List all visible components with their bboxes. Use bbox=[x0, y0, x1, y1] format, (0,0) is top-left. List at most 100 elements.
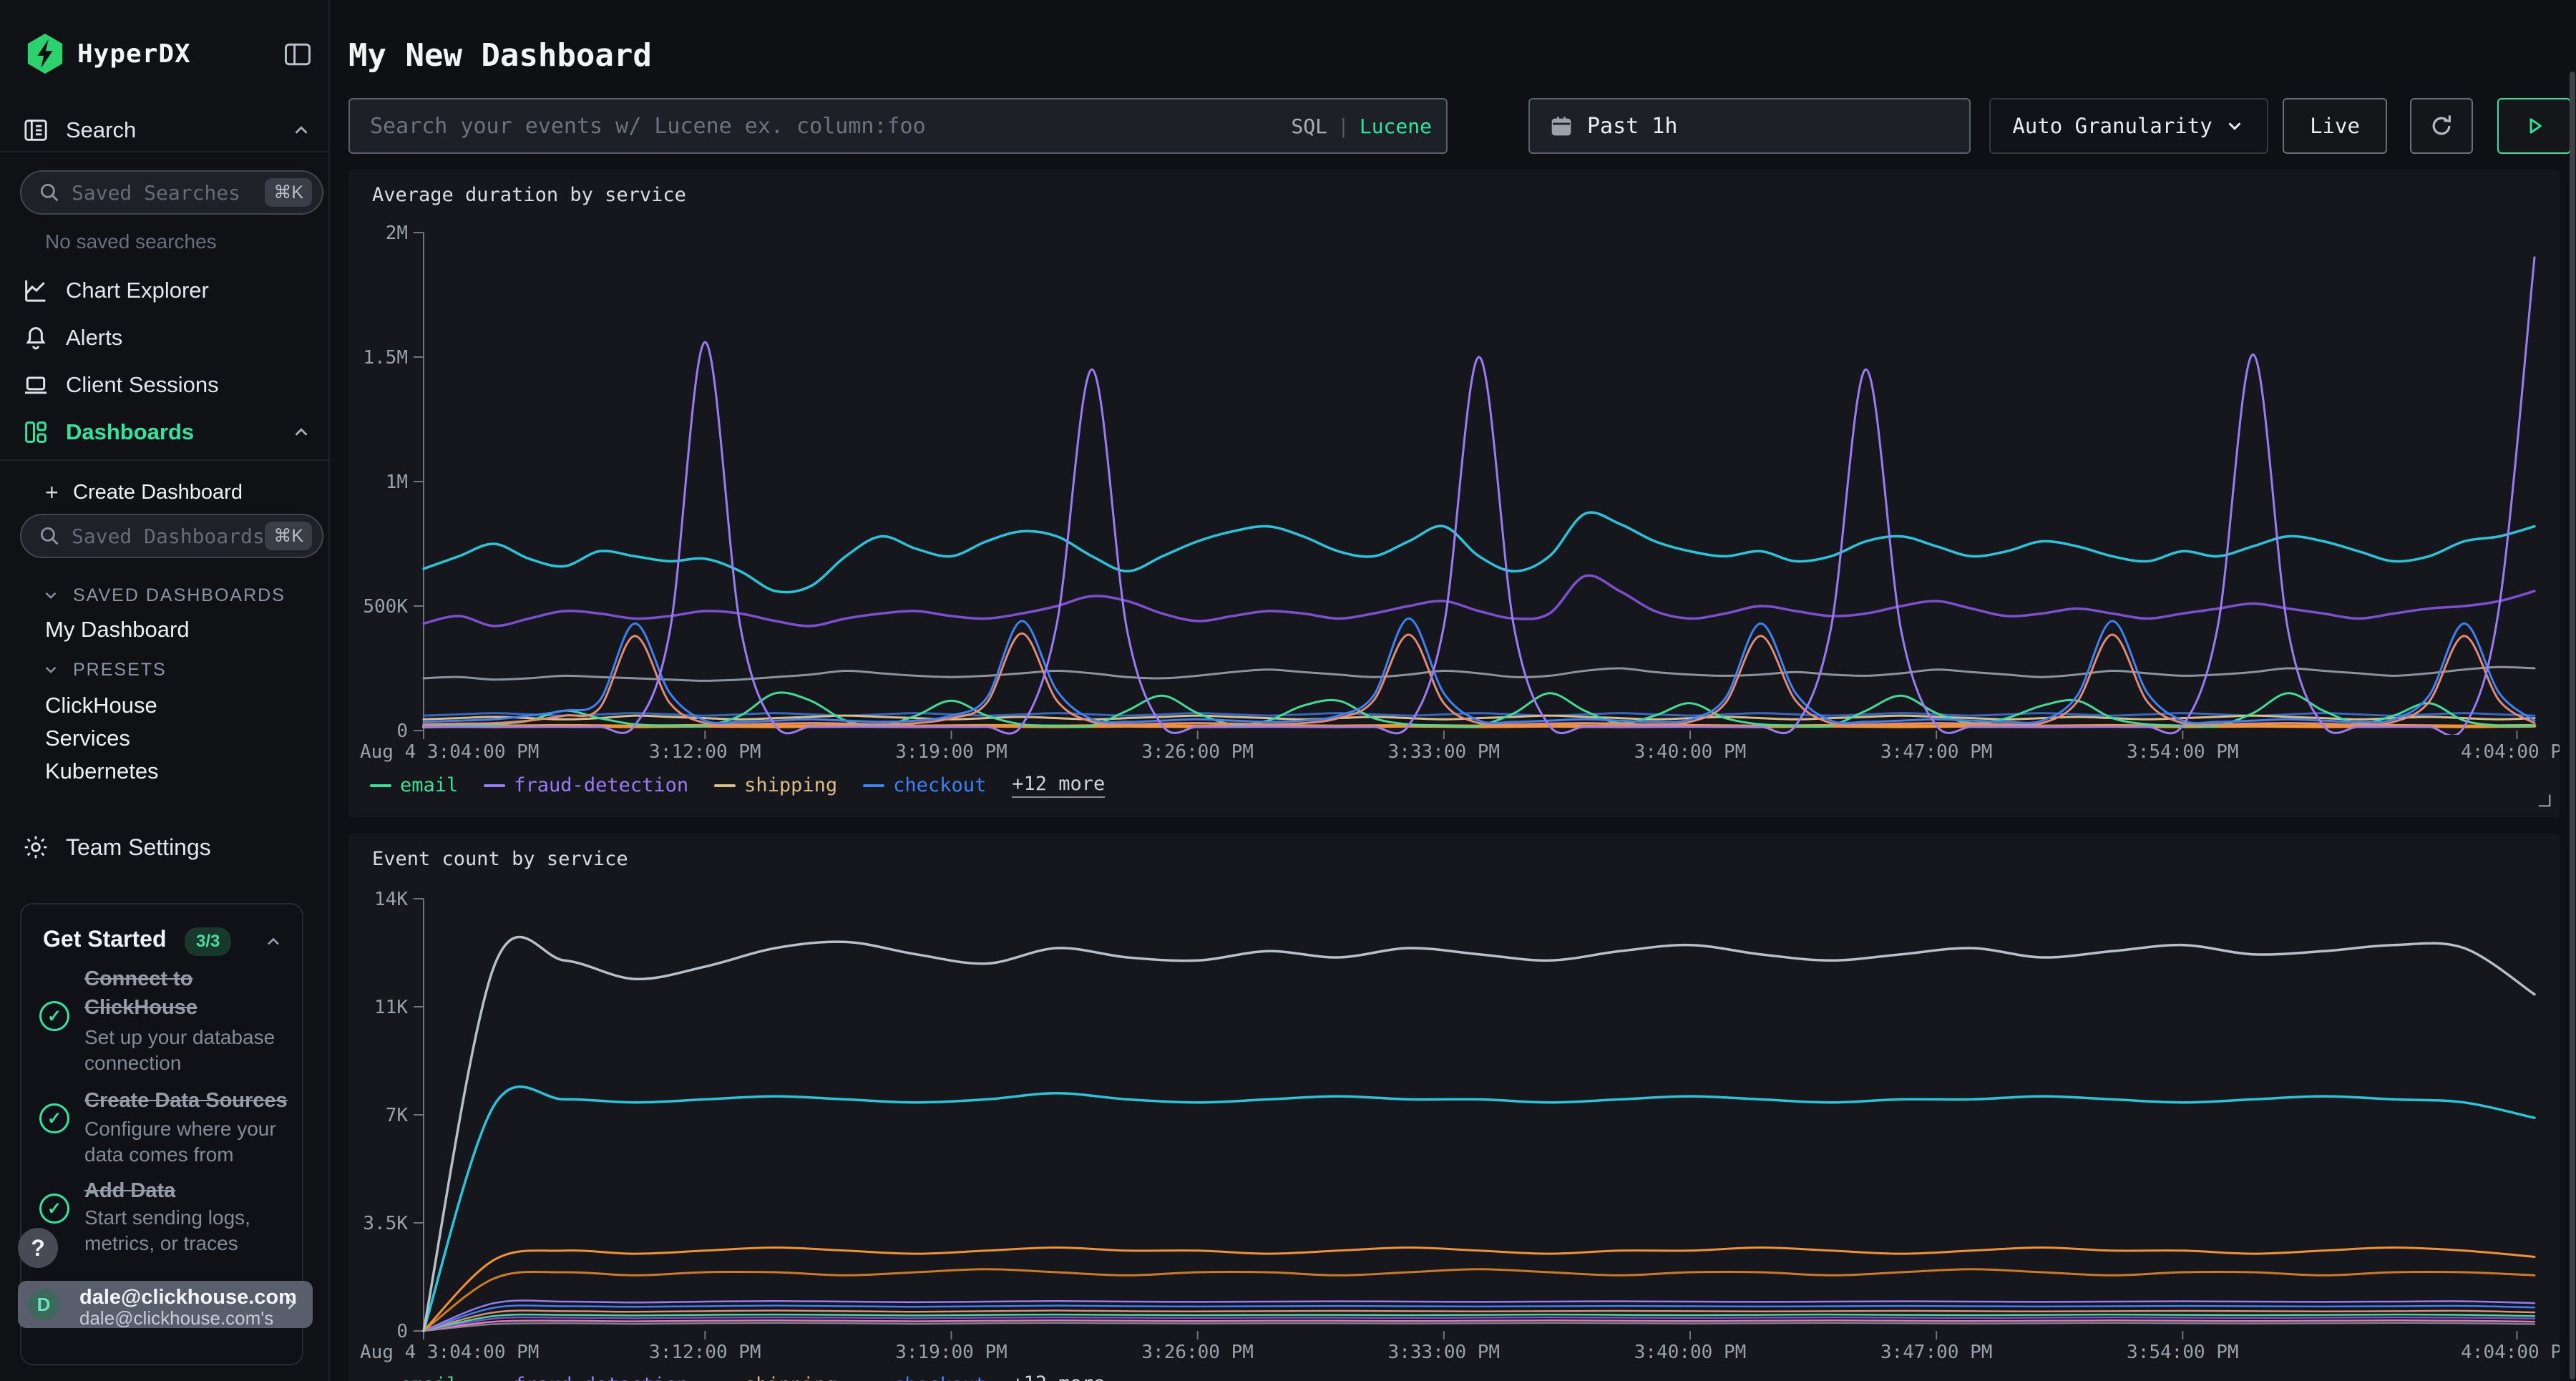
sidebar-item-label: Team Settings bbox=[66, 834, 211, 861]
sidebar-item-kubernetes[interactable]: Kubernetes bbox=[0, 756, 330, 787]
lucene-toggle[interactable]: Lucene bbox=[1360, 114, 1432, 138]
chart-legend: email fraud-detection shipping checkout +12 … bbox=[370, 1372, 1105, 1381]
svg-text:Aug 4 3:04:00 PM: Aug 4 3:04:00 PM bbox=[360, 741, 539, 763]
sidebar-collapse-icon[interactable] bbox=[282, 39, 313, 70]
legend-item[interactable]: checkout bbox=[863, 774, 986, 796]
svg-text:4:04:00 PM: 4:04:00 PM bbox=[2461, 1342, 2560, 1363]
play-icon bbox=[2522, 114, 2547, 138]
sidebar-item-label: Search bbox=[66, 117, 136, 143]
svg-text:3.5K: 3.5K bbox=[363, 1213, 408, 1234]
task-title: Add Data bbox=[84, 1176, 299, 1205]
get-started-title: Get Started bbox=[43, 926, 166, 952]
event-count-chart[interactable]: 14K11K7K3.5K0Aug 4 3:04:00 PM3:12:00 PM3… bbox=[348, 834, 2560, 1381]
user-email: dale@clickhouse.com bbox=[79, 1286, 297, 1309]
sidebar-item-client-sessions[interactable]: Client Sessions bbox=[0, 366, 330, 404]
sidebar-item-search[interactable]: Search bbox=[0, 112, 330, 149]
svg-text:1M: 1M bbox=[386, 472, 408, 493]
legend-item[interactable]: email bbox=[370, 774, 458, 796]
brand-name: HyperDX bbox=[77, 39, 191, 69]
legend-label: fraud-detection bbox=[514, 774, 688, 796]
svg-text:Aug 4 3:04:00 PM: Aug 4 3:04:00 PM bbox=[360, 1342, 539, 1363]
chart-panel-event-count: Event count by service 14K11K7K3.5K0Aug … bbox=[348, 834, 2560, 1381]
sidebar: HyperDX Search ⌘K No saved searches bbox=[0, 0, 330, 1381]
sidebar-item-dashboards[interactable]: Dashboards bbox=[0, 414, 330, 451]
saved-dashboards-input[interactable] bbox=[72, 524, 265, 548]
check-circle-icon: ✓ bbox=[39, 1103, 69, 1133]
chart-panel-avg-duration: Average duration by service 2M1.5M1M500K… bbox=[348, 170, 2560, 817]
query-language-toggle: SQL | Lucene bbox=[1291, 99, 1432, 152]
svg-text:3:47:00 PM: 3:47:00 PM bbox=[1880, 1342, 1993, 1363]
legend-label: checkout bbox=[893, 1374, 986, 1381]
preset-link-label: ClickHouse bbox=[45, 693, 157, 718]
svg-text:3:26:00 PM: 3:26:00 PM bbox=[1141, 1342, 1254, 1363]
preset-link-label: Services bbox=[45, 726, 130, 751]
scrollbar[interactable] bbox=[2570, 72, 2575, 1380]
section-presets[interactable]: PRESETS bbox=[0, 655, 330, 684]
svg-text:500K: 500K bbox=[363, 596, 408, 618]
chevron-up-icon[interactable] bbox=[263, 932, 283, 952]
sidebar-divider bbox=[0, 459, 330, 461]
legend-item[interactable]: shipping bbox=[714, 774, 837, 796]
legend-item[interactable]: checkout bbox=[863, 1374, 986, 1381]
live-button[interactable]: Live bbox=[2283, 98, 2387, 154]
legend-label: fraud-detection bbox=[514, 1374, 688, 1381]
saved-searches-input[interactable] bbox=[72, 181, 265, 205]
hyperdx-logo-icon bbox=[26, 33, 64, 74]
legend-swatch bbox=[484, 784, 505, 787]
sidebar-item-clickhouse[interactable]: ClickHouse bbox=[0, 690, 330, 721]
legend-item[interactable]: email bbox=[370, 1374, 458, 1381]
get-started-progress-badge: 3/3 bbox=[185, 927, 231, 956]
refresh-button[interactable] bbox=[2410, 98, 2473, 154]
chevron-down-icon bbox=[2224, 115, 2245, 137]
legend-label: shipping bbox=[744, 1374, 837, 1381]
shortcut-badge: ⌘K bbox=[265, 178, 312, 207]
sidebar-item-services[interactable]: Services bbox=[0, 723, 330, 754]
svg-text:0: 0 bbox=[396, 721, 408, 742]
svg-text:2M: 2M bbox=[386, 223, 408, 244]
time-range-picker[interactable]: Past 1h bbox=[1528, 98, 1971, 154]
preset-link-label: Kubernetes bbox=[45, 758, 159, 784]
legend-swatch bbox=[863, 784, 884, 787]
legend-item[interactable]: fraud-detection bbox=[484, 1374, 688, 1381]
section-saved-dashboards[interactable]: SAVED DASHBOARDS bbox=[0, 581, 330, 610]
sidebar-item-my-dashboard[interactable]: My Dashboard bbox=[0, 614, 330, 645]
legend-item[interactable]: shipping bbox=[714, 1374, 837, 1381]
panel-resize-handle[interactable] bbox=[2537, 793, 2552, 809]
sidebar-item-label: Alerts bbox=[66, 325, 122, 351]
create-dashboard-button[interactable]: + Create Dashboard bbox=[0, 475, 330, 509]
event-search-input[interactable] bbox=[370, 99, 1264, 152]
create-dashboard-label: Create Dashboard bbox=[73, 481, 243, 504]
svg-text:3:54:00 PM: 3:54:00 PM bbox=[2127, 741, 2239, 763]
svg-text:11K: 11K bbox=[374, 997, 408, 1018]
granularity-dropdown[interactable]: Auto Granularity bbox=[1989, 98, 2268, 154]
svg-text:3:47:00 PM: 3:47:00 PM bbox=[1880, 741, 1993, 763]
section-label: SAVED DASHBOARDS bbox=[73, 585, 286, 606]
sidebar-item-chart-explorer[interactable]: Chart Explorer bbox=[0, 272, 330, 309]
user-menu[interactable]: D dale@clickhouse.com dale@clickhouse.co… bbox=[18, 1281, 313, 1328]
chevron-down-icon bbox=[42, 586, 60, 605]
legend-item[interactable]: fraud-detection bbox=[484, 774, 688, 796]
svg-text:0: 0 bbox=[396, 1321, 408, 1342]
shortcut-badge: ⌘K bbox=[265, 522, 312, 550]
legend-more-link[interactable]: +12 more bbox=[1012, 1372, 1105, 1381]
legend-more-link[interactable]: +12 more bbox=[1012, 773, 1105, 798]
svg-text:4:04:00 PM: 4:04:00 PM bbox=[2461, 741, 2560, 763]
gear-icon bbox=[21, 833, 50, 862]
task-description: Configure where your data comes from bbox=[84, 1116, 299, 1168]
svg-text:3:12:00 PM: 3:12:00 PM bbox=[649, 741, 761, 763]
sql-toggle[interactable]: SQL bbox=[1291, 114, 1327, 138]
chart-explorer-icon bbox=[21, 276, 50, 305]
granularity-value: Auto Granularity bbox=[2012, 114, 2212, 138]
saved-searches-search[interactable]: ⌘K bbox=[20, 170, 323, 215]
run-query-button[interactable] bbox=[2497, 98, 2571, 154]
brand: HyperDX bbox=[26, 33, 191, 74]
sidebar-item-team-settings[interactable]: Team Settings bbox=[0, 829, 330, 866]
plus-icon: + bbox=[45, 479, 59, 506]
saved-dashboards-search[interactable]: ⌘K bbox=[20, 514, 323, 558]
dashboard-link-label: My Dashboard bbox=[45, 617, 190, 643]
laptop-icon bbox=[21, 371, 50, 399]
help-button[interactable]: ? bbox=[18, 1228, 58, 1268]
question-mark-icon: ? bbox=[31, 1235, 45, 1262]
sidebar-item-alerts[interactable]: Alerts bbox=[0, 319, 330, 356]
avg-duration-chart[interactable]: 2M1.5M1M500K0Aug 4 3:04:00 PM3:12:00 PM3… bbox=[348, 170, 2560, 817]
